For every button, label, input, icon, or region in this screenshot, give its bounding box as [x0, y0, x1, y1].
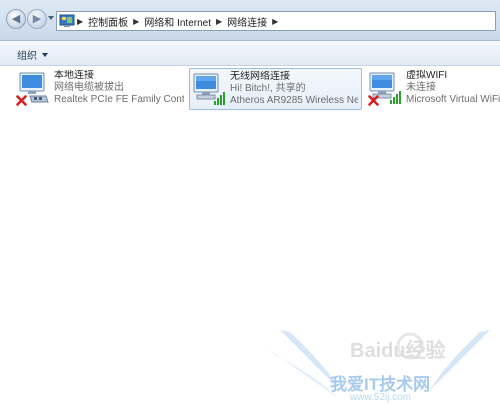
- breadcrumb-separator-icon[interactable]: ▶: [272, 17, 278, 26]
- connection-device: Atheros AR9285 Wireless Net...: [230, 95, 358, 106]
- disconnected-x-icon: [16, 95, 27, 106]
- forward-button[interactable]: ▶: [27, 9, 47, 29]
- watermark-brand: Baidu经验: [350, 340, 446, 362]
- wireless-network-adapter-icon: [193, 73, 225, 105]
- address-bar: ◀ ▶ ▶ 控制面板 ▶ 网络和 Internet ▶ 网络连接 ▶: [0, 0, 500, 41]
- breadcrumb-network-internet[interactable]: 网络和 Internet: [144, 14, 211, 29]
- watermark-site-url: www.52ij.com: [350, 392, 412, 403]
- breadcrumb-separator-icon[interactable]: ▶: [216, 17, 222, 26]
- command-bar: 组织: [0, 41, 500, 66]
- forward-arrow-icon: ▶: [32, 12, 42, 25]
- connection-device: Microsoft Virtual WiFi M: [406, 94, 500, 105]
- connection-name: 无线网络连接: [230, 71, 290, 82]
- breadcrumb-control-panel[interactable]: 控制面板: [88, 14, 128, 29]
- back-button[interactable]: ◀: [6, 9, 26, 29]
- watermark: Baidu经验 我爱IT技术网 www.52ij.com: [270, 320, 500, 412]
- connection-device: Realtek PCIe FE Family Control...: [54, 94, 184, 105]
- breadcrumb-separator-icon[interactable]: ▶: [77, 17, 83, 26]
- connection-virtual-wifi[interactable]: 虚拟WIFI 未连接 Microsoft Virtual WiFi M: [366, 68, 500, 110]
- control-panel-icon: [59, 14, 75, 27]
- disconnected-x-icon: [368, 95, 379, 106]
- breadcrumb-separator-icon[interactable]: ▶: [133, 17, 139, 26]
- connection-local-area[interactable]: 本地连接 网络电缆被拔出 Realtek PCIe FE Family Cont…: [14, 68, 184, 110]
- connection-status: 未连接: [406, 82, 436, 93]
- breadcrumb-network-connections[interactable]: 网络连接: [227, 14, 267, 29]
- chevron-down-icon: [42, 52, 48, 57]
- recent-pages-dropdown-icon[interactable]: [48, 16, 54, 20]
- organize-menu-button[interactable]: 组织: [17, 47, 48, 62]
- connection-name: 虚拟WIFI: [406, 70, 448, 81]
- connection-status: Hi! Bitch!, 共享的: [230, 83, 306, 94]
- connection-wireless[interactable]: 无线网络连接 Hi! Bitch!, 共享的 Atheros AR9285 Wi…: [189, 68, 362, 110]
- connection-name: 本地连接: [54, 70, 94, 81]
- connection-status: 网络电缆被拔出: [54, 82, 124, 93]
- breadcrumb[interactable]: ▶ 控制面板 ▶ 网络和 Internet ▶ 网络连接 ▶: [56, 11, 496, 31]
- organize-label: 组织: [17, 51, 37, 62]
- back-arrow-icon: ◀: [11, 12, 21, 25]
